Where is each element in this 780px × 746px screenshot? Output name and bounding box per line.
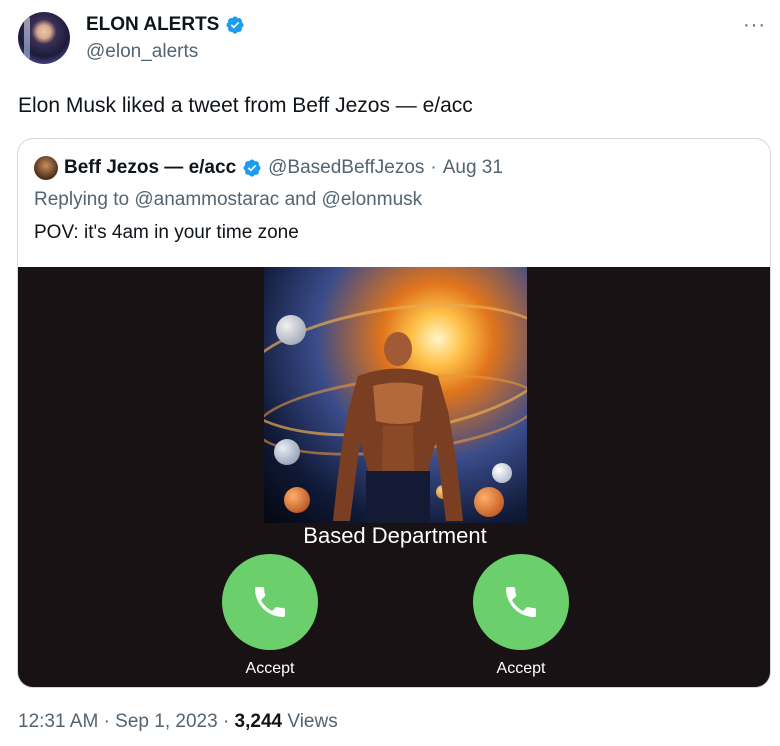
more-options-icon[interactable]: ··· bbox=[743, 14, 766, 37]
quoted-author-handle[interactable]: @BasedBeffJezos bbox=[268, 157, 424, 179]
accept-call-button-right[interactable] bbox=[473, 554, 569, 650]
tweet-time[interactable]: 12:31 AM bbox=[18, 711, 98, 732]
quoted-tweet[interactable]: Beff Jezos — e/acc @BasedBeffJezos · Aug… bbox=[17, 138, 771, 688]
tweet-date[interactable]: Sep 1, 2023 bbox=[115, 711, 217, 732]
separator-dot: · bbox=[430, 157, 437, 178]
verified-badge-icon bbox=[243, 159, 261, 177]
replying-to-text: Replying to @anammostarac and @elonmusk bbox=[34, 189, 423, 210]
tweet-text: Elon Musk liked a tweet from Beff Jezos … bbox=[18, 94, 473, 117]
caller-name: Based Department bbox=[303, 523, 487, 548]
author-name-row[interactable]: ELON ALERTS bbox=[86, 14, 245, 36]
phone-icon bbox=[255, 587, 285, 617]
accept-call-button-left[interactable] bbox=[222, 554, 318, 650]
author-display-name[interactable]: ELON ALERTS bbox=[86, 14, 219, 36]
verified-badge-icon bbox=[226, 16, 244, 34]
views-label: Views bbox=[287, 711, 338, 732]
quoted-date[interactable]: Aug 31 bbox=[443, 157, 503, 179]
accept-label-right: Accept bbox=[496, 660, 546, 677]
quoted-author-avatar[interactable] bbox=[34, 156, 58, 180]
author-avatar[interactable] bbox=[18, 12, 70, 64]
separator-dot: · bbox=[222, 711, 230, 732]
accept-label-left: Accept bbox=[245, 660, 295, 677]
quoted-tweet-text: POV: it's 4am in your time zone bbox=[34, 222, 299, 243]
muscular-figure-icon bbox=[333, 332, 463, 523]
author-handle[interactable]: @elon_alerts bbox=[86, 41, 198, 63]
based-art-image bbox=[264, 267, 527, 523]
separator-dot: · bbox=[103, 711, 110, 732]
quoted-author-name[interactable]: Beff Jezos — e/acc bbox=[64, 157, 236, 179]
quoted-tweet-header: Beff Jezos — e/acc @BasedBeffJezos · Aug… bbox=[34, 156, 503, 180]
phone-icon bbox=[506, 587, 536, 617]
quoted-media[interactable]: Based Department Accept Accept bbox=[18, 267, 770, 687]
views-count: 3,244 bbox=[234, 711, 283, 732]
tweet-meta: 12:31 AM · Sep 1, 2023 · 3,244 Views bbox=[18, 711, 338, 733]
